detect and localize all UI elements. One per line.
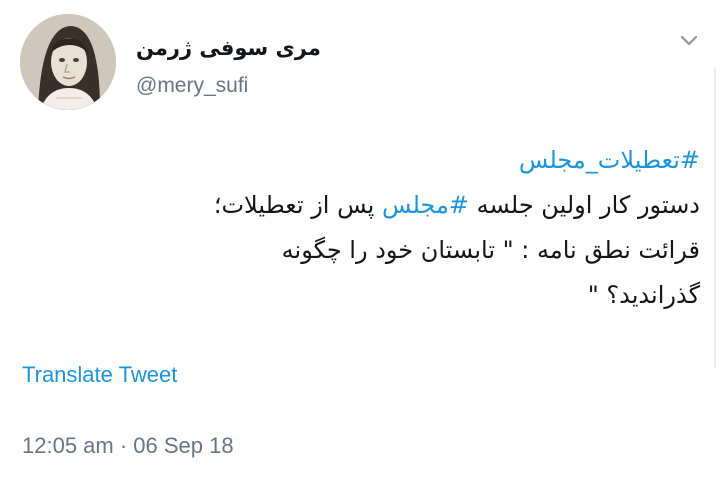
tweet-text-segment: دستور کار اولین جلسه	[468, 191, 700, 219]
chevron-down-icon[interactable]	[676, 28, 702, 54]
tweet-text-segment: پس از تعطیلات؛	[213, 191, 382, 219]
tweet-text: #تعطیلات_مجلس دستور کار اولین جلسه #مجلس…	[40, 138, 700, 318]
tweet-line: دستور کار اولین جلسه #مجلس پس از تعطیلات…	[40, 183, 700, 228]
avatar[interactable]	[20, 14, 116, 110]
tweet-line: گذراندید؟ "	[587, 281, 700, 309]
tweet-line: #تعطیلات_مجلس	[40, 138, 700, 183]
hashtag-link[interactable]: #تعطیلات_مجلس	[519, 146, 700, 174]
timestamp[interactable]: 12:05 am · 06 Sep 18	[22, 433, 234, 459]
tweet-line: قرائت نطق نامه : " تابستان خود را چگونه	[281, 236, 700, 264]
translate-tweet-link[interactable]: Translate Tweet	[22, 362, 177, 388]
tweet-card: مری سوفی ژرمن @mery_sufi #تعطیلات_مجلس د…	[0, 0, 720, 482]
display-name[interactable]: مری سوفی ژرمن	[136, 36, 321, 60]
username[interactable]: @mery_sufi	[136, 74, 248, 98]
divider	[714, 68, 716, 368]
hashtag-link[interactable]: #مجلس	[382, 191, 469, 219]
